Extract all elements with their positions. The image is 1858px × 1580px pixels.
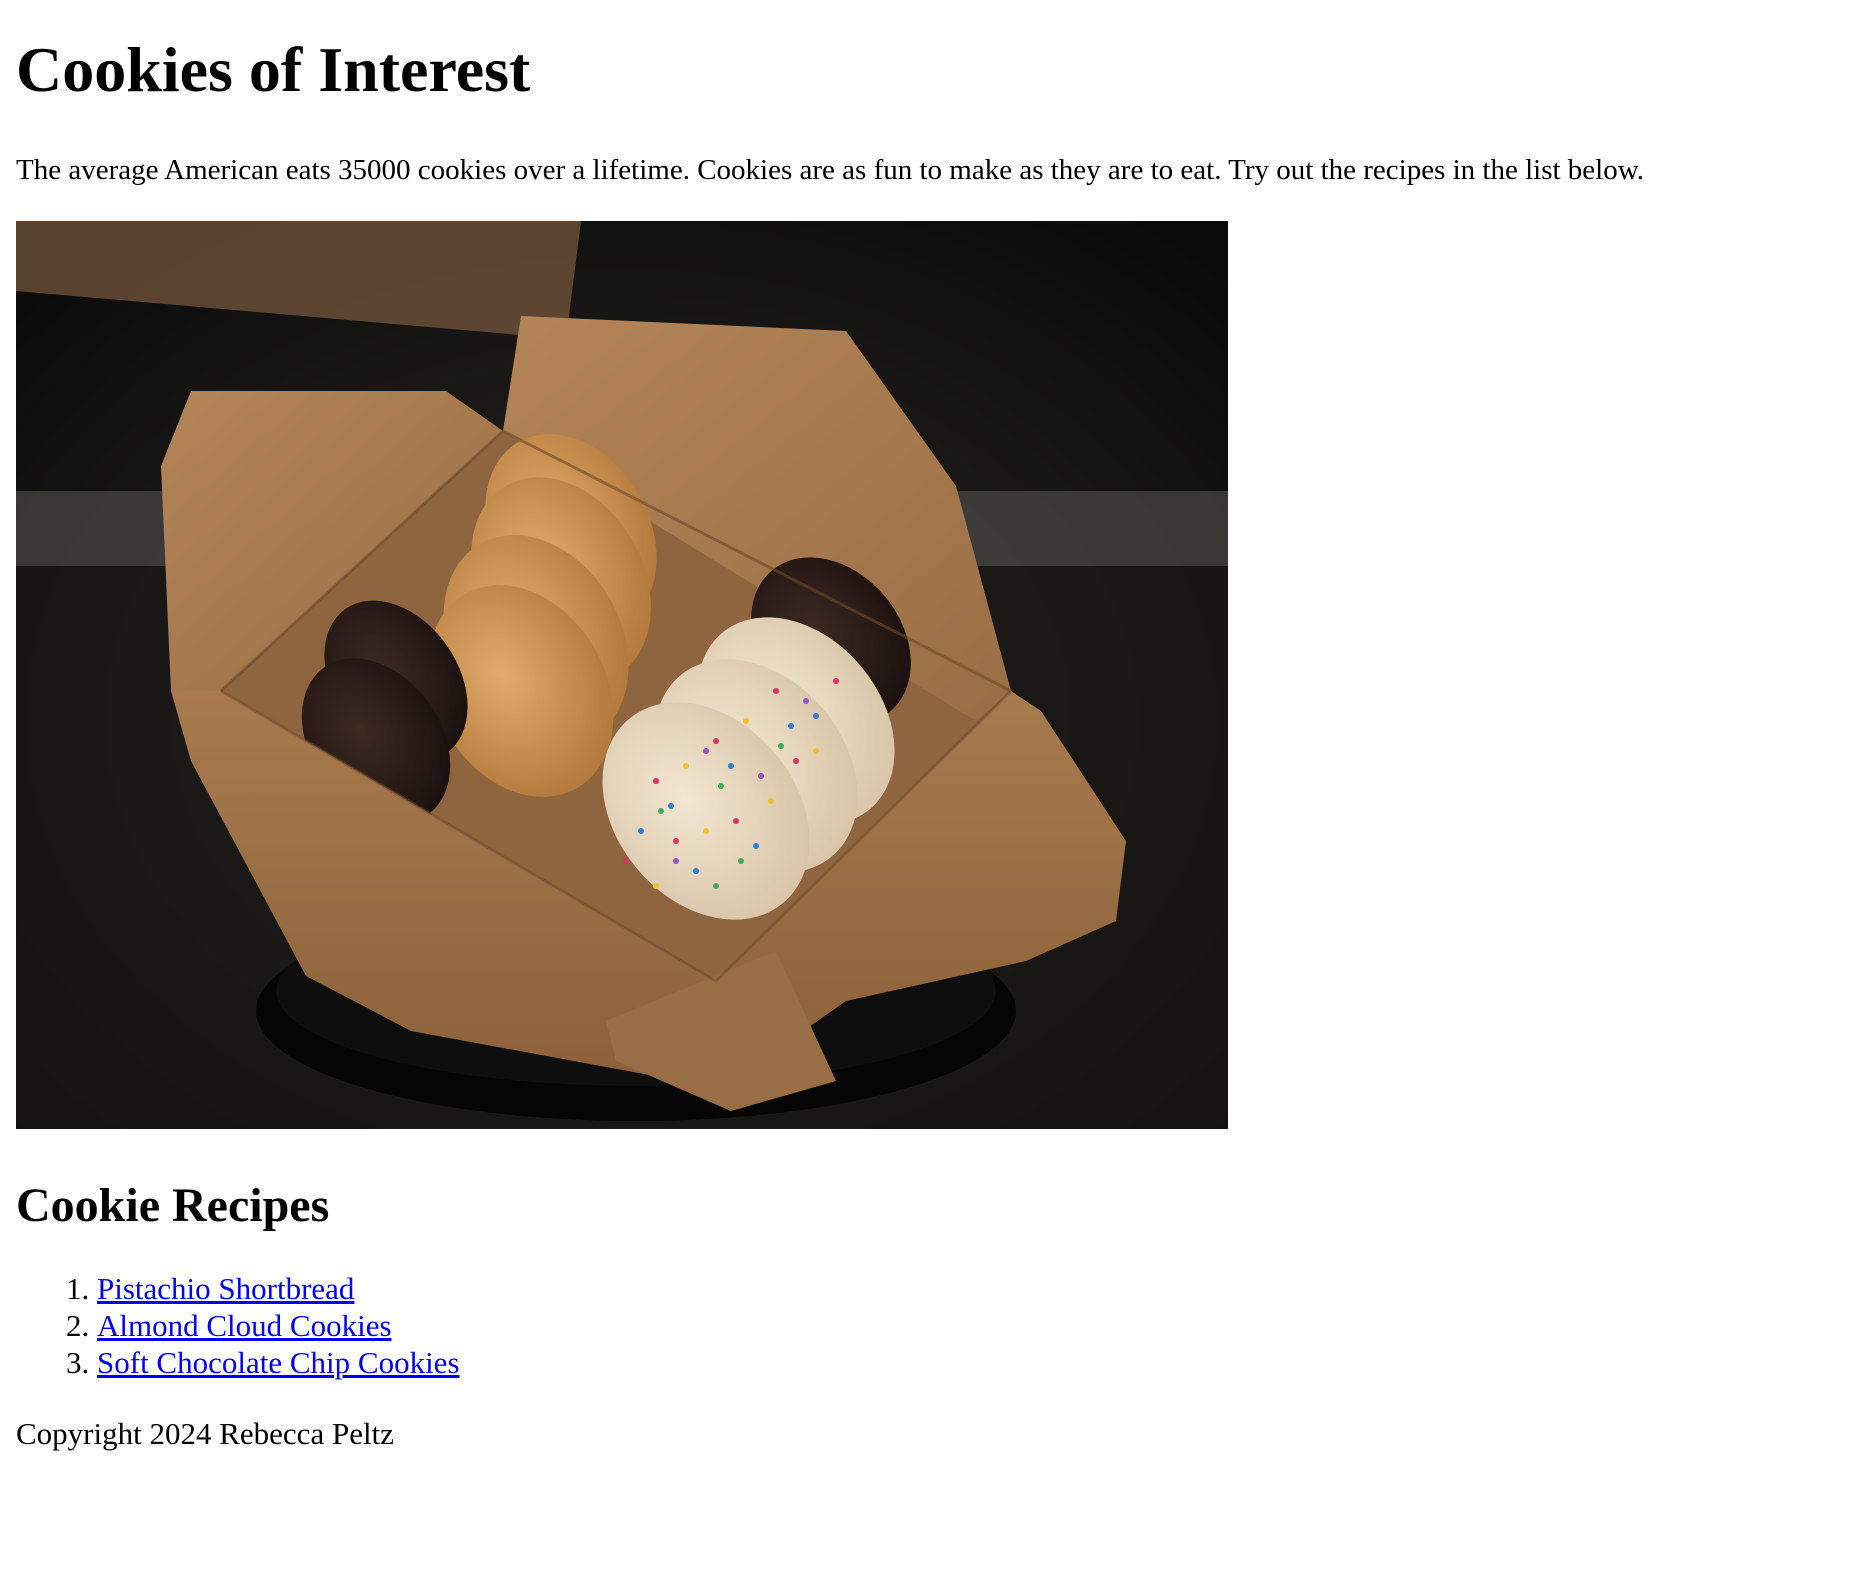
recipe-list-item: Almond Cloud Cookies xyxy=(97,1307,460,1344)
recipe-link-pistachio-shortbread[interactable]: Pistachio Shortbread xyxy=(97,1271,354,1306)
cookie-box-photo xyxy=(16,221,1228,1129)
recipe-list-item: Soft Chocolate Chip Cookies xyxy=(97,1344,460,1381)
recipe-list: Pistachio Shortbread Almond Cloud Cookie… xyxy=(16,1270,460,1381)
intro-paragraph: The average American eats 35000 cookies … xyxy=(16,154,1645,186)
recipe-link-almond-cloud-cookies[interactable]: Almond Cloud Cookies xyxy=(97,1308,392,1343)
recipes-heading: Cookie Recipes xyxy=(16,1179,330,1232)
recipe-link-soft-chocolate-chip-cookies[interactable]: Soft Chocolate Chip Cookies xyxy=(97,1345,460,1380)
page-title: Cookies of Interest xyxy=(16,34,531,105)
recipe-list-item: Pistachio Shortbread xyxy=(97,1270,460,1307)
copyright-text: Copyright 2024 Rebecca Peltz xyxy=(16,1416,394,1451)
